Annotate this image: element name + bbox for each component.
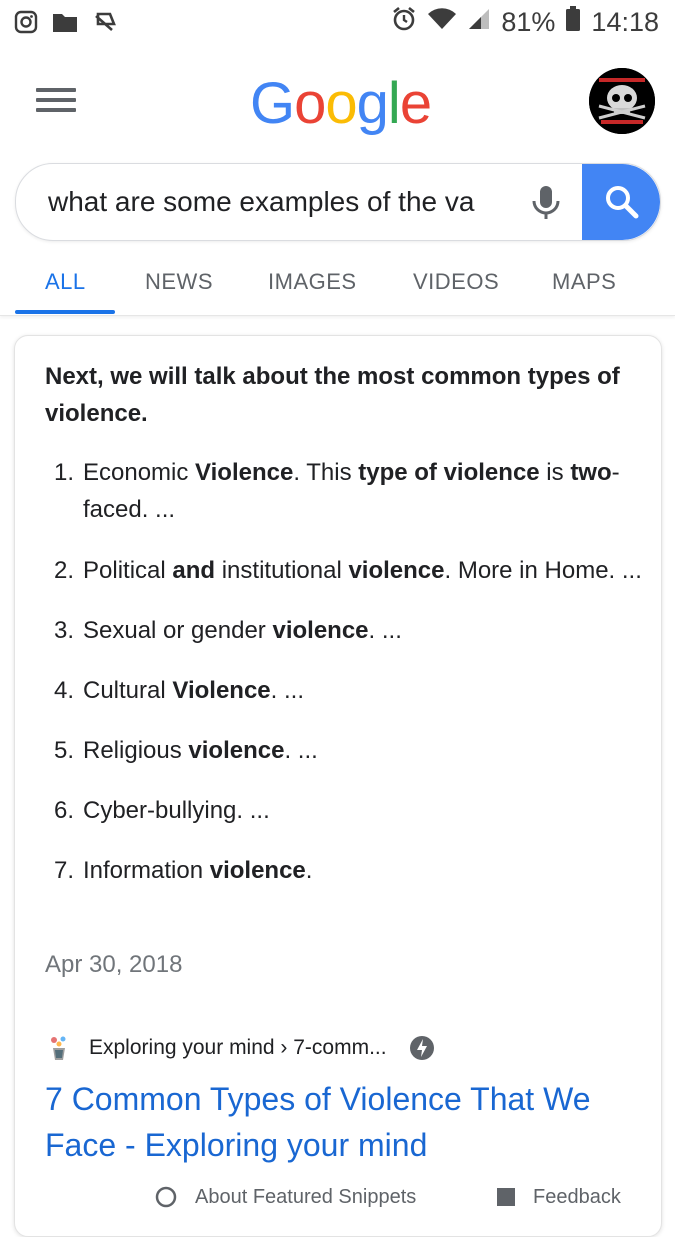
- text: .: [305, 857, 313, 884]
- bold-text: violence: [188, 737, 285, 764]
- google-logo[interactable]: Google: [250, 70, 432, 137]
- tab-maps[interactable]: MAPS: [552, 269, 616, 295]
- logo-letter: e: [399, 71, 432, 136]
- search-tabs: ALL NEWS IMAGES VIDEOS MAPS: [0, 255, 675, 316]
- active-tab-indicator: [15, 310, 115, 314]
- text: Cultural: [83, 677, 173, 704]
- amp-lightning-icon: [409, 1035, 435, 1061]
- result-source[interactable]: Exploring your mind › 7-comm...: [45, 1031, 645, 1065]
- info-icon: [155, 1186, 177, 1214]
- tab-news[interactable]: NEWS: [145, 269, 213, 295]
- source-breadcrumb: Exploring your mind › 7-comm...: [89, 1036, 387, 1059]
- snippet-list-item: 4. Cultural Violence. ...: [45, 672, 643, 709]
- bold-text: Violence: [195, 459, 294, 486]
- result-title-link[interactable]: 7 Common Types of Violence That We Face …: [45, 1076, 645, 1168]
- text: . This: [293, 459, 359, 486]
- battery-percent: 81%: [501, 7, 556, 37]
- alarm-icon: [391, 6, 417, 39]
- snippet-list-item: 5. Religious violence. ...: [45, 732, 643, 769]
- text: Sexual or gender: [83, 617, 273, 644]
- featured-snippet-card: Next, we will talk about the most common…: [14, 335, 662, 1237]
- logo-letter: o: [325, 71, 357, 136]
- snippet-heading: Next, we will talk about the most common…: [45, 363, 620, 427]
- menu-icon: [36, 88, 76, 92]
- list-number: 6.: [54, 797, 75, 824]
- text: Religious: [83, 737, 189, 764]
- snippet-date: Apr 30, 2018: [45, 951, 183, 978]
- menu-button[interactable]: [36, 88, 76, 118]
- notifications-off-icon: [92, 10, 118, 39]
- text: . ...: [270, 677, 304, 704]
- logo-letter: G: [250, 71, 295, 136]
- text: . ...: [368, 617, 402, 644]
- text: Political: [83, 557, 173, 584]
- text: Information: [83, 857, 210, 884]
- feedback-icon: [495, 1186, 517, 1214]
- text: . More in Home. ...: [444, 557, 642, 584]
- list-number: 2.: [54, 557, 75, 584]
- list-number: 7.: [54, 857, 75, 884]
- text: . ...: [284, 737, 318, 764]
- snippet-list-item: 6. Cyber-bullying. ...: [45, 792, 643, 829]
- battery-icon: [565, 6, 581, 39]
- text: Economic: [83, 459, 196, 486]
- voice-search-button[interactable]: [526, 182, 566, 222]
- list-number: 5.: [54, 737, 75, 764]
- list-number: 4.: [54, 677, 75, 704]
- bold-text: violence: [209, 857, 306, 884]
- bold-text: and: [172, 557, 216, 584]
- logo-letter: l: [387, 71, 401, 136]
- snippet-footer: About Featured Snippets Feedback: [155, 1186, 655, 1209]
- bold-text: type of violence: [358, 459, 540, 486]
- search-icon: [606, 186, 639, 219]
- folder-icon: [52, 11, 78, 38]
- site-favicon-icon: [45, 1034, 73, 1062]
- search-button[interactable]: [582, 164, 660, 240]
- list-number: 3.: [54, 617, 75, 644]
- list-number: 1.: [54, 459, 75, 486]
- snippet-list-item: 3. Sexual or gender violence. ...: [45, 612, 643, 649]
- snippet-list-item: 2. Political and institutional violence. …: [45, 552, 643, 589]
- feedback-link[interactable]: Feedback: [533, 1186, 621, 1209]
- bold-text: two: [570, 459, 612, 486]
- text: is: [539, 459, 571, 486]
- search-box: what are some examples of the va: [15, 163, 661, 241]
- app-header: Google: [0, 56, 675, 146]
- wifi-icon: [427, 7, 457, 38]
- signal-icon: [467, 7, 491, 38]
- tab-all[interactable]: ALL: [45, 269, 86, 295]
- account-avatar[interactable]: [589, 68, 655, 134]
- bold-text: violence: [348, 557, 445, 584]
- clock-time: 14:18: [591, 7, 659, 37]
- snippet-list-item: 7. Information violence.: [45, 852, 643, 889]
- bold-text: Violence: [172, 677, 271, 704]
- snippet-list-item: 1. Economic Violence. This type of violen…: [45, 454, 643, 528]
- microphone-icon: [532, 186, 560, 219]
- bold-text: violence: [272, 617, 369, 644]
- search-input[interactable]: what are some examples of the va: [48, 164, 504, 240]
- tab-videos[interactable]: VIDEOS: [413, 269, 499, 295]
- text: institutional: [215, 557, 349, 584]
- skull-avatar-icon: [589, 68, 655, 134]
- status-bar: 81% 14:18: [0, 0, 675, 48]
- text: Cyber-bullying. ...: [83, 797, 270, 824]
- tab-images[interactable]: IMAGES: [268, 269, 357, 295]
- logo-letter: g: [356, 71, 389, 136]
- about-featured-snippets-link[interactable]: About Featured Snippets: [195, 1186, 416, 1209]
- instagram-icon: [14, 10, 38, 39]
- logo-letter: o: [294, 71, 326, 136]
